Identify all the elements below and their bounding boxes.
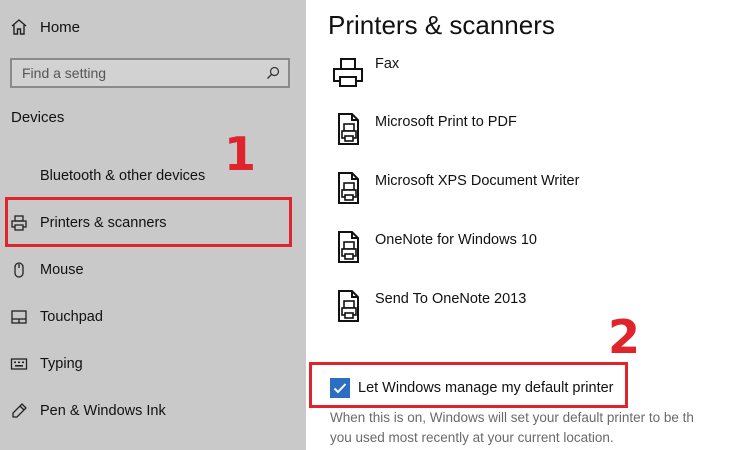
keyboard-icon [10, 355, 28, 373]
sidebar: Home Devices Bluetooth & other devices [0, 0, 306, 450]
default-printer-help: When this is on, Windows will set your d… [330, 408, 730, 448]
settings-window: Home Devices Bluetooth & other devices [0, 0, 730, 450]
default-printer-label: Let Windows manage my default printer [358, 380, 614, 396]
sidebar-item-label: Bluetooth & other devices [40, 168, 206, 184]
printer-label: OneNote for Windows 10 [375, 232, 537, 248]
printer-document-icon [328, 228, 368, 272]
annotation-box-printers [5, 197, 292, 247]
sidebar-item-label: Typing [40, 356, 83, 372]
fax-icon [328, 54, 368, 98]
checkbox-checked[interactable] [330, 378, 350, 398]
help-line-2: you used most recently at your current l… [330, 430, 614, 445]
search-icon[interactable] [266, 66, 280, 80]
home-link[interactable]: Home [10, 14, 80, 40]
pen-icon [10, 402, 28, 420]
sidebar-item-label: Pen & Windows Ink [40, 403, 166, 419]
search-input[interactable] [12, 59, 266, 87]
printer-label: Microsoft XPS Document Writer [375, 173, 580, 189]
checkmark-icon [333, 383, 347, 394]
printer-document-icon [328, 287, 368, 331]
page-title: Printers & scanners [328, 10, 555, 40]
sidebar-item-mouse[interactable]: Mouse [0, 250, 306, 290]
section-title-devices: Devices [11, 109, 65, 126]
mouse-icon [10, 261, 28, 279]
touchpad-icon [10, 308, 28, 326]
printer-label: Fax [375, 56, 400, 72]
default-printer-toggle[interactable]: Let Windows manage my default printer [330, 376, 614, 400]
printer-item-onenote-win10[interactable]: OneNote for Windows 10 [328, 228, 718, 278]
sidebar-item-typing[interactable]: Typing [0, 344, 306, 384]
printer-item-send-to-onenote[interactable]: Send To OneNote 2013 [328, 287, 718, 337]
printer-label: Send To OneNote 2013 [375, 291, 527, 307]
main-panel: Printers & scanners Fax Microsoft Print … [306, 0, 730, 450]
printer-label: Microsoft Print to PDF [375, 114, 517, 130]
help-line-1: When this is on, Windows will set your d… [330, 410, 694, 425]
sidebar-item-touchpad[interactable]: Touchpad [0, 297, 306, 337]
search-box [10, 58, 290, 88]
sidebar-item-pen[interactable]: Pen & Windows Ink [0, 391, 306, 431]
annotation-number-1: 1 [224, 127, 257, 181]
printer-item-xps-writer[interactable]: Microsoft XPS Document Writer [328, 169, 718, 219]
sidebar-item-bluetooth[interactable]: Bluetooth & other devices [0, 156, 306, 196]
bluetooth-icon [10, 167, 28, 185]
printer-document-icon [328, 110, 368, 154]
printer-item-fax[interactable]: Fax [328, 54, 718, 104]
sidebar-item-label: Touchpad [40, 309, 103, 325]
home-label: Home [40, 18, 81, 36]
printer-document-icon [328, 169, 368, 213]
home-icon [10, 18, 28, 36]
sidebar-item-label: Mouse [40, 262, 84, 278]
printer-item-print-to-pdf[interactable]: Microsoft Print to PDF [328, 110, 718, 160]
annotation-number-2: 2 [608, 310, 641, 364]
